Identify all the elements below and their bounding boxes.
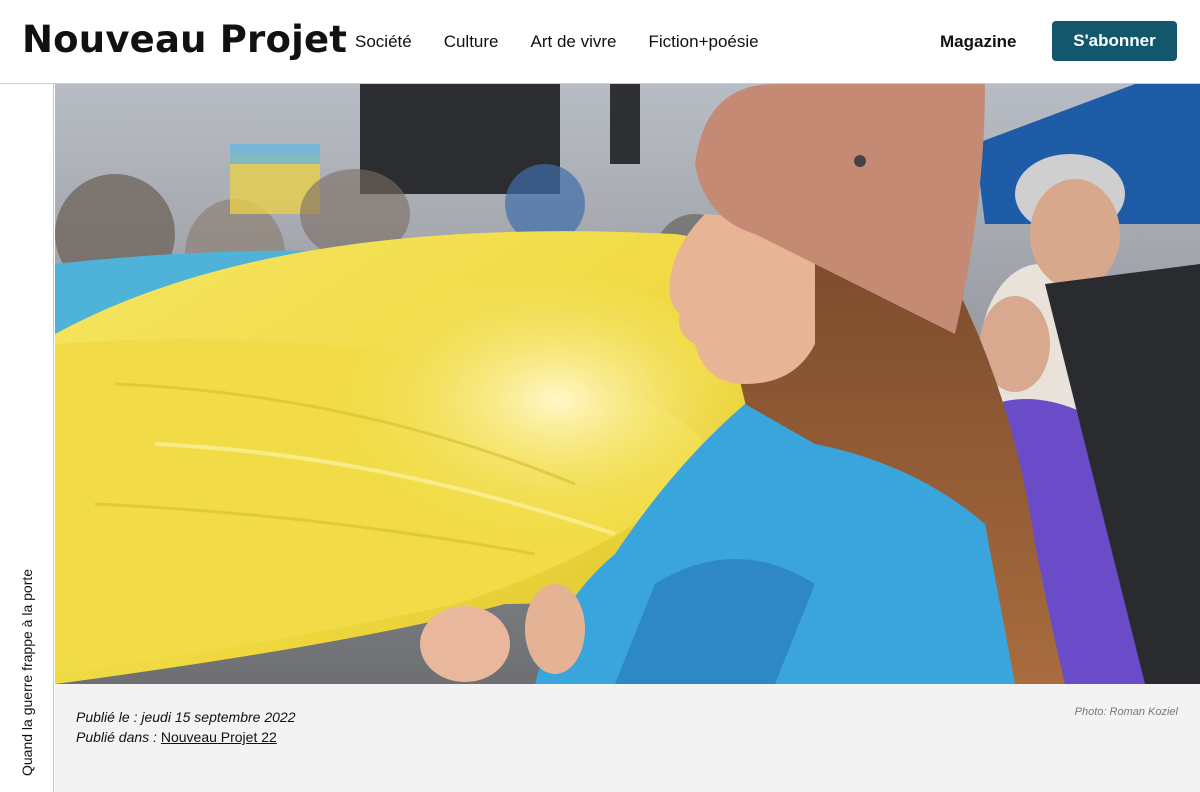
article-side-rail: Quand la guerre frappe à la porte <box>0 84 54 792</box>
nav-item-societe[interactable]: Société <box>355 32 412 52</box>
published-in-line: Publié dans : Nouveau Projet 22 <box>76 728 277 746</box>
main-nav: Société Culture Art de vivre Fiction+poé… <box>355 0 791 84</box>
issue-link[interactable]: Nouveau Projet 22 <box>161 729 277 745</box>
published-label: Publié le : <box>76 709 142 725</box>
hero-photo-illustration <box>55 84 1200 684</box>
site-logo[interactable]: Nouveau Projet <box>22 14 347 66</box>
article-meta: Publié le : jeudi 15 septembre 2022 Publ… <box>55 684 1200 792</box>
vertical-article-title: Quand la guerre frappe à la porte <box>19 568 35 776</box>
nav-item-art-de-vivre[interactable]: Art de vivre <box>531 32 617 52</box>
nav-item-fiction-poesie[interactable]: Fiction+poésie <box>649 32 759 52</box>
published-in-label: Publié dans : <box>76 729 161 745</box>
nav-item-culture[interactable]: Culture <box>444 32 499 52</box>
published-date: jeudi 15 septembre 2022 <box>141 709 296 725</box>
subscribe-button[interactable]: S'abonner <box>1052 21 1177 61</box>
photo-credit: Photo: Roman Koziel <box>1074 706 1178 718</box>
published-date-line: Publié le : jeudi 15 septembre 2022 <box>76 708 295 726</box>
site-header: Nouveau Projet Société Culture Art de vi… <box>0 0 1200 84</box>
magazine-link[interactable]: Magazine <box>940 31 1017 53</box>
hero-photo <box>55 84 1200 684</box>
